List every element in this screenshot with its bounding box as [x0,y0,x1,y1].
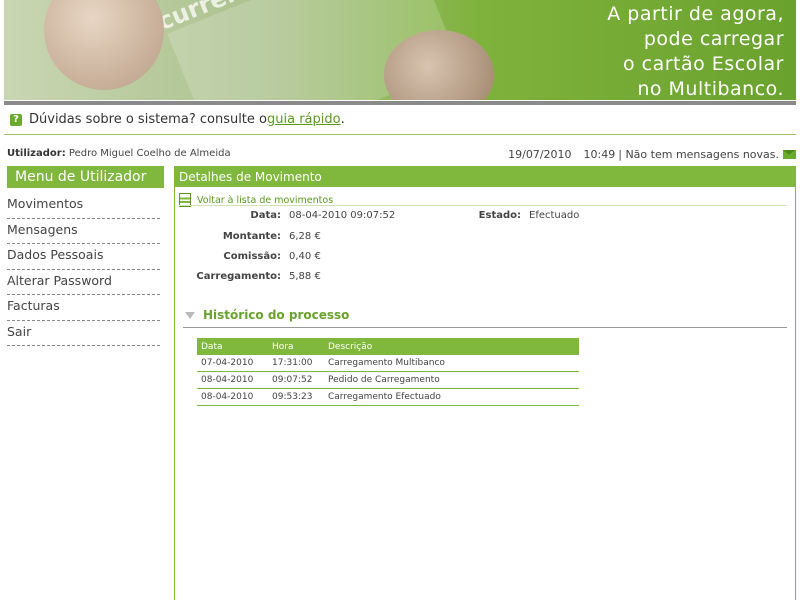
help-question-icon: ? [10,113,22,126]
field-carregamento: Carregamento: 5,88 € [175,271,321,282]
cell-descricao: Carregamento Efectuado [324,388,579,406]
slogan-line: pode carregar [643,28,784,50]
user-name: Pedro Miguel Coelho de Almeida [68,148,231,159]
menu-item-alterar-password[interactable]: Alterar Password [7,270,160,295]
table-row: 07-04-2010 17:31:00 Carregamento Multiba… [197,355,579,372]
history-table: Data Hora Descrição 07-04-2010 17:31:00 … [197,338,579,406]
cell-data: 08-04-2010 [197,371,268,389]
banner-slogan: A partir de agora, pode carregar o cartã… [607,2,784,100]
banner-thumb-image [44,0,164,90]
carregamento-value: 5,88 € [289,271,321,282]
menu-item-mensagens[interactable]: Mensagens [7,219,160,244]
estado-value: Efectuado [529,210,580,221]
cell-hora: 17:31:00 [268,355,324,372]
carregamento-label: Carregamento: [196,271,281,282]
current-time: 10:49 [583,148,616,161]
user-menu-title: Menu de Utilizador [7,166,164,188]
column-header-data: Data [197,338,268,355]
user-info: Utilizador: Pedro Miguel Coelho de Almei… [7,148,231,159]
table-row: 08-04-2010 09:53:23 Carregamento Efectua… [197,388,579,406]
slogan-line: A partir de agora, [607,3,784,25]
banner-divider [4,101,796,105]
montante-label: Montante: [222,231,281,242]
cell-descricao: Pedido de Carregamento [324,371,579,389]
mail-icon[interactable] [783,150,796,159]
details-title: Detalhes de Movimento [175,167,795,187]
cell-hora: 09:53:23 [268,388,324,406]
history-section-header[interactable]: Histórico do processo [183,303,787,328]
field-montante: Montante: 6,28 € [175,231,321,242]
menu-item-sair[interactable]: Sair [7,321,160,346]
help-line: ? Dúvidas sobre o sistema? consulte o gu… [10,112,345,127]
slogan-line: o cartão Escolar [622,53,784,75]
menu-item-facturas[interactable]: Facturas [7,295,160,321]
help-divider [4,134,796,135]
column-header-hora: Hora [268,338,324,355]
cell-data: 07-04-2010 [197,355,268,372]
messages-status[interactable]: | Não tem mensagens novas. [618,148,779,161]
user-menu: Movimentos Mensagens Dados Pessoais Alte… [7,193,160,346]
cell-descricao: Carregamento Multibanco [324,355,579,372]
current-date: 19/07/2010 [508,148,572,161]
data-value: 08-04-2010 09:07:52 [289,210,396,221]
table-header-row: Data Hora Descrição [197,338,579,355]
quick-guide-link[interactable]: guia rápido [267,112,341,127]
help-text: Dúvidas sobre o sistema? consulte o [29,112,267,127]
history-title: Histórico do processo [203,308,350,322]
back-link-label[interactable]: Voltar à lista de movimentos [197,195,333,206]
field-data: Data: 08-04-2010 09:07:52 [175,210,395,221]
column-header-descricao: Descrição [324,338,579,355]
estado-label: Estado: [478,210,521,221]
help-text-end: . [340,112,345,127]
user-label: Utilizador: [7,148,66,159]
field-comissao: Comissão: 0,40 € [175,251,321,262]
data-label: Data: [250,210,281,221]
comissao-label: Comissão: [223,251,281,262]
menu-item-dados-pessoais[interactable]: Dados Pessoais [7,244,160,270]
comissao-value: 0,40 € [289,251,321,262]
cell-data: 08-04-2010 [197,388,268,406]
details-panel: Detalhes de Movimento Voltar à lista de … [174,166,796,600]
table-row: 08-04-2010 09:07:52 Pedido de Carregamen… [197,371,579,389]
slogan-line: no Multibanco. [637,78,784,100]
header-banner: currenta Integrada Gestão de Escolas A p… [4,0,796,100]
menu-item-movimentos[interactable]: Movimentos [7,193,160,219]
status-bar: 19/07/2010 10:49 | Não tem mensagens nov… [508,148,796,161]
field-estado: Estado: Efectuado [465,210,580,221]
collapse-triangle-icon[interactable] [185,311,195,319]
cell-hora: 09:07:52 [268,371,324,389]
montante-value: 6,28 € [289,231,321,242]
back-divider [179,205,787,206]
